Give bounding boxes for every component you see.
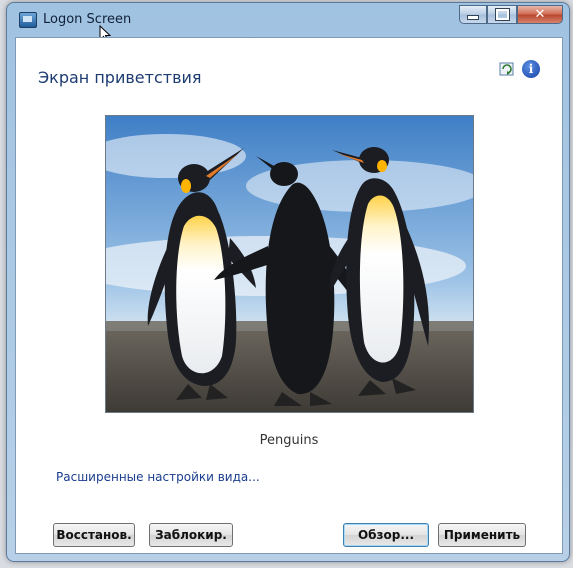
monitor-icon [19,12,37,28]
dialog-content: Экран приветствия i Penguins Расширенные… [15,37,563,554]
title-bar[interactable]: Logon Screen ✕ [7,3,569,43]
maximize-icon [494,8,510,21]
minimize-icon [467,15,479,20]
refresh-icon[interactable] [498,60,516,78]
preview-caption: Penguins [259,433,319,448]
close-button[interactable]: ✕ [517,5,563,24]
restore-button[interactable]: Восстанов. [53,523,135,547]
lock-button[interactable]: Заблокир. [149,523,233,547]
penguins-picture [106,116,473,412]
info-glyph: i [528,62,534,76]
minimize-button[interactable] [459,5,487,24]
window-title: Logon Screen [43,12,132,27]
maximize-button[interactable] [487,5,517,24]
close-icon: ✕ [534,7,546,22]
apply-button[interactable]: Применить [438,523,526,547]
advanced-settings-link[interactable]: Расширенные настройки вида... [56,470,260,484]
background-preview-image [105,115,474,413]
logon-screen-window: Logon Screen ✕ Экран приветствия i Pengu… [6,2,570,562]
page-title: Экран приветствия [38,68,202,87]
browse-button[interactable]: Обзор... [343,523,429,547]
info-icon[interactable]: i [522,60,540,78]
